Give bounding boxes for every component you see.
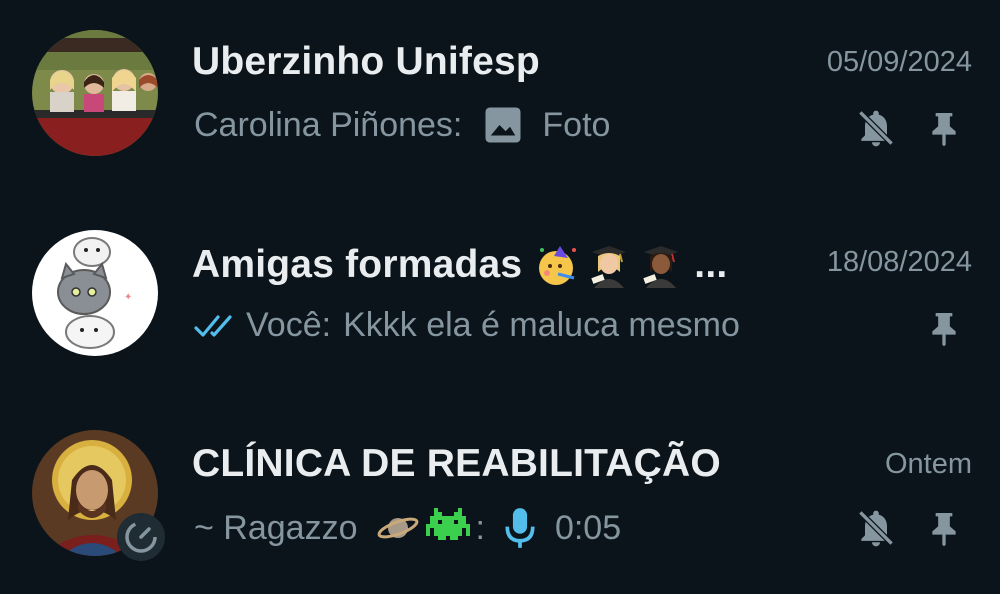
chat-list: Uberzinho Unifesp 05/09/2024 Carolina Pi… bbox=[0, 0, 1000, 593]
image-icon bbox=[482, 104, 524, 146]
chat-timestamp: Ontem bbox=[884, 448, 972, 480]
muted-bell-icon bbox=[854, 106, 898, 150]
party-face-icon bbox=[539, 246, 577, 285]
muted-bell-icon bbox=[854, 506, 898, 550]
avatar[interactable] bbox=[32, 30, 158, 156]
chat-timestamp: 18/08/2024 bbox=[826, 246, 972, 278]
message-text: Kkkk ela é maluca mesmo bbox=[343, 306, 740, 344]
pin-icon bbox=[924, 106, 964, 150]
chat-title: Uberzinho Unifesp bbox=[192, 40, 540, 83]
chat-timestamp: 05/09/2024 bbox=[826, 46, 972, 78]
pin-icon bbox=[924, 306, 964, 350]
message-sender: Carolina Piñones: bbox=[194, 105, 463, 144]
chat-title: CLÍNICA DE REABILITAÇÃO bbox=[192, 442, 721, 485]
graduate-woman-icon bbox=[643, 246, 679, 288]
chat-title-text: Amigas formadas bbox=[192, 243, 523, 286]
title-ellipsis: ... bbox=[694, 243, 728, 286]
status-icons bbox=[924, 306, 964, 350]
voice-duration: 0:05 bbox=[554, 508, 622, 547]
avatar[interactable] bbox=[32, 430, 165, 561]
microphone-icon bbox=[503, 506, 537, 550]
double-check-icon bbox=[194, 311, 240, 341]
graduate-woman-icon bbox=[591, 246, 627, 288]
status-icons bbox=[854, 106, 964, 150]
sender-separator: : bbox=[475, 508, 485, 547]
alien-monster-icon bbox=[425, 508, 470, 540]
message-text: Foto bbox=[542, 105, 611, 144]
chat-row-uberzinho-unifesp[interactable]: Uberzinho Unifesp 05/09/2024 Carolina Pi… bbox=[0, 0, 1000, 200]
last-message-preview: Carolina Piñones: Foto bbox=[194, 104, 610, 146]
message-sender: Você: bbox=[246, 306, 332, 344]
chat-title: Amigas formadas ... bbox=[192, 242, 727, 288]
disappearing-timer-icon bbox=[116, 512, 166, 562]
chat-row-clinica-de-reabilitacao[interactable]: CLÍNICA DE REABILITAÇÃO Ontem ~ Ragazzo … bbox=[0, 394, 1000, 594]
title-emojis bbox=[534, 242, 684, 288]
pin-icon bbox=[924, 506, 964, 550]
avatar[interactable]: ✦ bbox=[32, 230, 158, 356]
last-message-preview: ~ Ragazzo : 0:05 bbox=[194, 506, 621, 550]
sender-emojis bbox=[376, 508, 470, 548]
status-icons bbox=[854, 506, 964, 550]
svg-text:✦: ✦ bbox=[124, 292, 132, 303]
chat-row-amigas-formadas[interactable]: ✦ Amigas formadas ... 18/08/2024 Você: K… bbox=[0, 194, 1000, 394]
message-sender: ~ Ragazzo bbox=[194, 508, 358, 547]
last-message-preview: Você: Kkkk ela é maluca mesmo bbox=[194, 306, 740, 345]
planet-icon bbox=[377, 517, 418, 539]
